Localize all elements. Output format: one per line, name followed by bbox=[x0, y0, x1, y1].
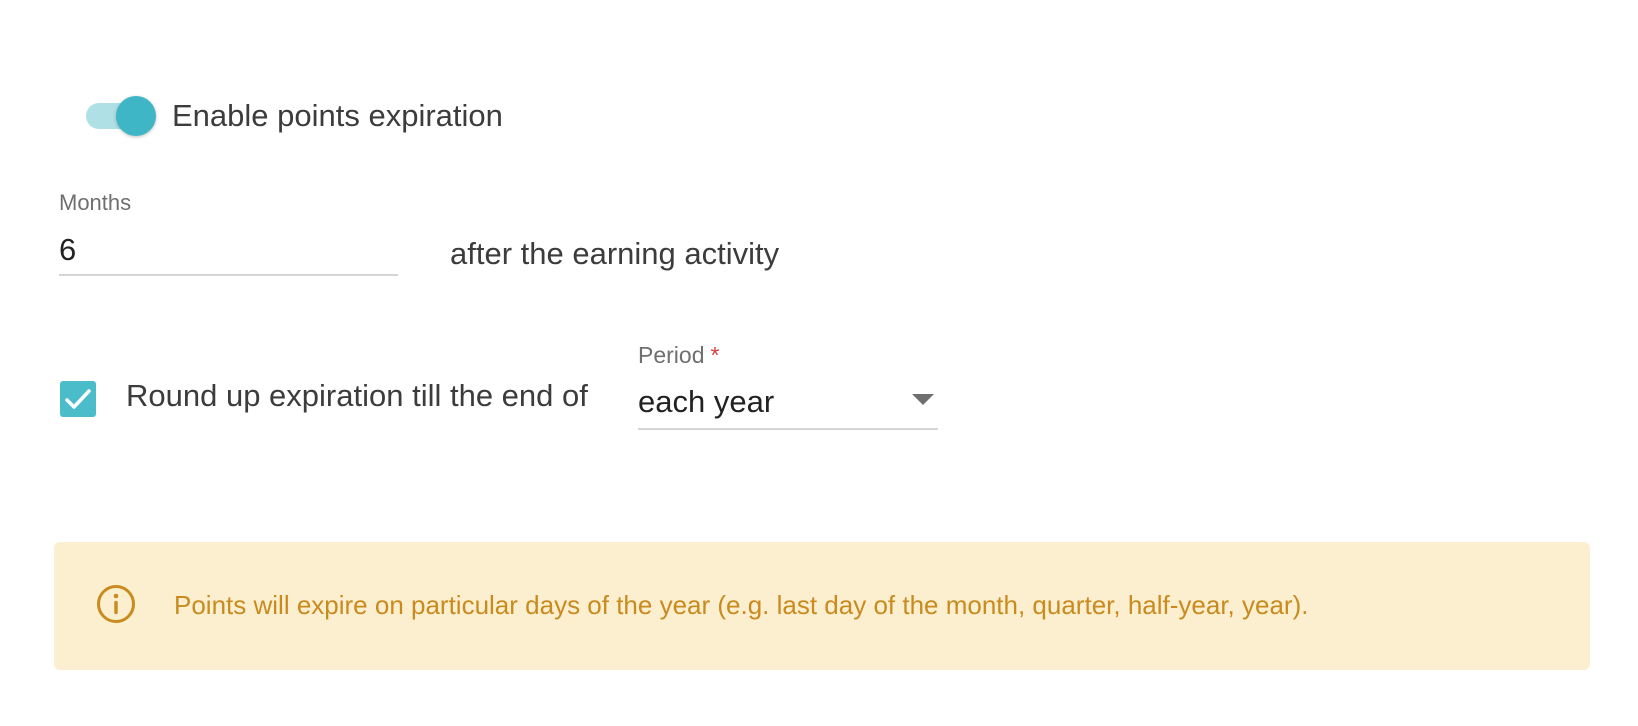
period-label-text: Period bbox=[638, 342, 705, 368]
period-selected-value: each year bbox=[638, 384, 775, 419]
period-select[interactable]: each year bbox=[638, 376, 938, 430]
required-mark: * bbox=[710, 342, 720, 368]
info-icon bbox=[97, 585, 135, 623]
months-suffix: after the earning activity bbox=[450, 236, 780, 271]
toggle-thumb bbox=[116, 96, 156, 136]
expiration-toggle[interactable] bbox=[86, 96, 158, 136]
months-input[interactable] bbox=[59, 226, 398, 276]
check-icon bbox=[65, 389, 91, 409]
expiration-toggle-label: Enable points expiration bbox=[172, 98, 503, 133]
info-banner-text: Points will expire on particular days of… bbox=[174, 590, 1309, 620]
chevron-down-icon bbox=[912, 394, 934, 405]
period-label: Period * bbox=[638, 342, 719, 369]
round-up-label: Round up expiration till the end of bbox=[126, 378, 588, 413]
months-label: Months bbox=[59, 190, 132, 215]
round-up-checkbox[interactable] bbox=[60, 381, 96, 417]
info-banner: Points will expire on particular days of… bbox=[54, 542, 1590, 670]
